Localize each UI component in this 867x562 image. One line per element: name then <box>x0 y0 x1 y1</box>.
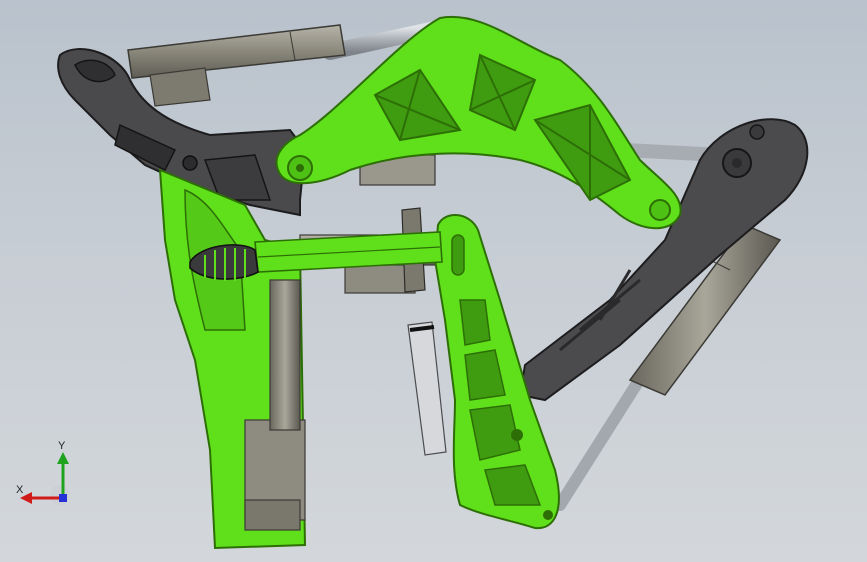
top-actuator[interactable] <box>127 24 346 107</box>
z-axis-marker <box>59 494 67 502</box>
y-axis-label: Y <box>58 440 66 452</box>
green-left-body[interactable] <box>158 168 307 550</box>
3d-graphics-viewport[interactable]: X Y <box>0 0 867 562</box>
y-axis-head <box>57 452 69 464</box>
x-axis-label: X <box>16 484 24 496</box>
mechanism-model[interactable] <box>0 0 867 562</box>
coordinate-triad: X Y <box>8 440 78 510</box>
